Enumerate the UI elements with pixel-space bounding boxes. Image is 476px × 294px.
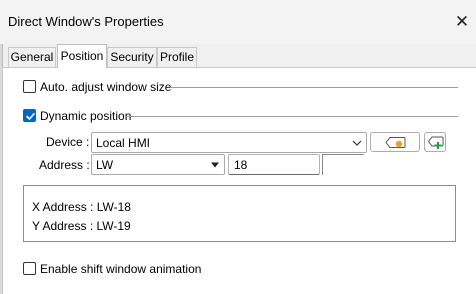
address-extra-field[interactable] — [322, 154, 364, 175]
title-bar: Direct Window's Properties ✕ — [0, 0, 476, 44]
address-number-input[interactable]: 18 — [228, 154, 320, 175]
tag-icon — [385, 137, 406, 148]
tag-button[interactable] — [370, 132, 420, 152]
device-select[interactable]: Local HMI — [91, 132, 367, 153]
window-title: Direct Window's Properties — [8, 14, 164, 29]
caret-down-icon — [211, 162, 219, 168]
shift-animation-label: Enable shift window animation — [40, 262, 202, 276]
position-panel — [2, 67, 476, 294]
dynamic-position-label: Dynamic position — [40, 109, 132, 123]
x-address-text: X Address : LW-18 — [32, 200, 131, 214]
check-icon — [26, 113, 35, 120]
address-type-select[interactable]: LW — [91, 154, 225, 175]
address-label: Address : — [39, 158, 90, 172]
tag-add-button[interactable] — [424, 132, 446, 152]
device-value: Local HMI — [96, 136, 151, 150]
address-type-value: LW — [96, 158, 114, 172]
dynamic-position-checkbox[interactable] — [23, 109, 36, 122]
y-address-text: Y Address : LW-19 — [32, 219, 131, 233]
auto-adjust-label: Auto. adjust window size — [40, 80, 172, 94]
tab-general[interactable]: General — [8, 47, 56, 67]
tab-profile[interactable]: Profile — [157, 47, 197, 67]
tab-position[interactable]: Position — [57, 44, 107, 68]
auto-adjust-checkbox[interactable] — [23, 80, 36, 93]
separator-line — [125, 116, 458, 117]
close-button[interactable]: ✕ — [448, 8, 476, 36]
address-number-value: 18 — [234, 158, 248, 172]
tab-security[interactable]: Security — [107, 47, 157, 67]
separator-line — [170, 87, 458, 88]
address-info-box: X Address : LW-18 Y Address : LW-19 — [23, 185, 456, 242]
tag-add-icon — [427, 136, 444, 149]
device-label: Device : — [46, 135, 90, 149]
shift-animation-checkbox[interactable] — [23, 262, 36, 275]
chevron-down-icon — [352, 140, 362, 146]
